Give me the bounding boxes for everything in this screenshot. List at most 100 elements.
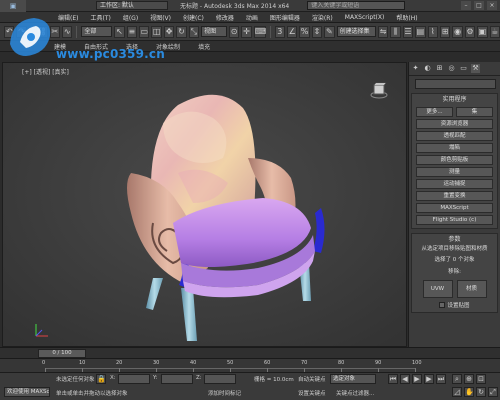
- utility-button[interactable]: 透视匹配: [416, 131, 493, 141]
- z-coordinate-field[interactable]: [204, 374, 236, 384]
- menu-item[interactable]: 编辑(E): [58, 13, 78, 22]
- render-setup-icon[interactable]: ⚙: [464, 25, 476, 38]
- menu-item[interactable]: 创建(C): [183, 13, 204, 22]
- rendered-frame-window-icon[interactable]: ▣: [477, 25, 488, 38]
- workspace-dropdown[interactable]: 工作区: 默认: [96, 1, 168, 10]
- motion-tab-icon[interactable]: ◎: [447, 64, 456, 73]
- perspective-viewport[interactable]: [2, 62, 407, 347]
- utility-button[interactable]: 塌陷: [416, 143, 493, 153]
- utilities-tab-icon[interactable]: ⚒: [471, 64, 480, 73]
- close-icon[interactable]: ×: [487, 1, 497, 10]
- curve-editor-icon[interactable]: ⌇: [427, 25, 438, 38]
- command-panel-field[interactable]: [415, 79, 496, 89]
- remove-material-button[interactable]: 材质: [456, 280, 487, 298]
- rectangular-selection-icon[interactable]: ▭: [139, 25, 150, 38]
- menu-item[interactable]: MAXScript(X): [345, 14, 385, 21]
- key-filters-button[interactable]: 关键点过滤器...: [336, 389, 374, 397]
- next-frame-icon[interactable]: ▶: [424, 374, 434, 384]
- link-icon[interactable]: ⛓: [35, 25, 48, 38]
- play-icon[interactable]: ▶: [412, 374, 422, 384]
- ribbon-tab[interactable]: 选择: [126, 42, 138, 51]
- ribbon-tab[interactable]: 建模: [54, 42, 66, 51]
- utility-button[interactable]: 运动捕捉: [416, 179, 493, 189]
- go-to-start-icon[interactable]: ⏮: [388, 374, 398, 384]
- remove-uvw-button[interactable]: UVW: [422, 280, 453, 298]
- utility-button[interactable]: 资源浏览器: [416, 119, 493, 129]
- hierarchy-tab-icon[interactable]: ⊞: [435, 64, 444, 73]
- zoom-extents-icon[interactable]: ⊡: [476, 374, 486, 384]
- go-to-end-icon[interactable]: ⏭: [436, 374, 446, 384]
- edit-named-selection-icon[interactable]: ✎: [324, 25, 335, 38]
- utilities-rollout-title[interactable]: 实用程序: [416, 95, 493, 105]
- select-scale-icon[interactable]: ⤡: [188, 25, 200, 38]
- menu-item[interactable]: 修改器: [216, 13, 234, 22]
- schematic-view-icon[interactable]: ⊞: [439, 25, 451, 38]
- unlink-icon[interactable]: ✂: [49, 25, 61, 38]
- bind-space-warp-icon[interactable]: ∿: [62, 25, 73, 38]
- select-object-icon[interactable]: ↖: [114, 25, 125, 38]
- selection-filter-dropdown[interactable]: 全部: [81, 26, 113, 37]
- menu-item[interactable]: 图形编辑器: [270, 13, 300, 22]
- utility-button[interactable]: Flight Studio (c): [416, 215, 493, 225]
- render-production-icon[interactable]: ☕: [489, 25, 500, 38]
- utility-button[interactable]: 颜色剪贴板: [416, 155, 493, 165]
- select-move-icon[interactable]: ✥: [163, 25, 175, 38]
- material-editor-icon[interactable]: ◉: [452, 25, 463, 38]
- angle-snap-icon[interactable]: ∠: [286, 25, 298, 38]
- create-tab-icon[interactable]: ✦: [411, 64, 420, 73]
- orbit-icon[interactable]: ↻: [476, 387, 486, 397]
- utility-button[interactable]: 重置变换: [416, 191, 493, 201]
- app-logo-icon[interactable]: ▣: [0, 0, 26, 12]
- sets-button[interactable]: 集: [456, 107, 493, 117]
- named-selection-dropdown[interactable]: 创建选择集: [336, 26, 376, 37]
- redo-icon[interactable]: ↷: [16, 25, 27, 38]
- previous-frame-icon[interactable]: ◀: [400, 374, 410, 384]
- lock-selection-icon[interactable]: 🔒: [96, 374, 106, 384]
- display-tab-icon[interactable]: ▭: [459, 64, 468, 73]
- set-key-button[interactable]: 设置关键点: [298, 389, 326, 397]
- maximize-icon[interactable]: □: [474, 1, 484, 10]
- percent-snap-icon[interactable]: %: [299, 25, 310, 38]
- select-manipulate-icon[interactable]: ✛: [241, 25, 252, 38]
- ribbon-tab[interactable]: 对象绘制: [156, 42, 180, 51]
- modify-tab-icon[interactable]: ◐: [423, 64, 432, 73]
- parameters-rollout-title[interactable]: 参数: [416, 235, 493, 245]
- auto-key-button[interactable]: 自动关键点: [298, 375, 326, 383]
- menu-item[interactable]: 视图(V): [150, 13, 171, 22]
- menu-item[interactable]: 组(G): [123, 13, 138, 22]
- select-rotate-icon[interactable]: ↻: [176, 25, 187, 38]
- align-icon[interactable]: ⫼: [390, 25, 401, 38]
- zoom-icon[interactable]: ⌕: [452, 374, 462, 384]
- menu-item[interactable]: 渲染(R): [312, 13, 333, 22]
- utility-button[interactable]: 测量: [416, 167, 493, 177]
- minimize-icon[interactable]: –: [461, 1, 471, 10]
- add-time-tag[interactable]: 添加时间标记: [208, 389, 241, 397]
- trackbar[interactable]: 0 10 20 30 40 50 60 70 80 90 100: [0, 358, 500, 372]
- viewcube-icon[interactable]: [370, 82, 388, 100]
- utility-button[interactable]: MAXScript: [416, 203, 493, 213]
- y-coordinate-field[interactable]: [161, 374, 193, 384]
- x-coordinate-field[interactable]: [118, 374, 150, 384]
- select-by-name-icon[interactable]: ≡: [126, 25, 138, 38]
- field-of-view-icon[interactable]: ◿: [452, 387, 462, 397]
- undo-icon[interactable]: ↶: [4, 25, 15, 38]
- time-slider[interactable]: 0 / 100: [0, 347, 500, 358]
- keyboard-shortcut-icon[interactable]: ⌨: [253, 25, 266, 38]
- graphite-tools-icon[interactable]: ▤: [415, 25, 426, 38]
- ribbon-tab[interactable]: 填充: [198, 42, 210, 51]
- pan-icon[interactable]: ✋: [464, 387, 474, 397]
- time-slider-handle[interactable]: 0 / 100: [38, 349, 86, 358]
- viewport-label[interactable]: [+] [透视] [真实]: [22, 67, 69, 76]
- ribbon-tab[interactable]: 自由形式: [84, 42, 108, 51]
- search-input[interactable]: 键入关键字或短语: [307, 1, 406, 10]
- spinner-snap-icon[interactable]: ⇕: [311, 25, 323, 38]
- reference-coordinate-dropdown[interactable]: 视图: [201, 26, 227, 37]
- more-button[interactable]: 更多...: [416, 107, 453, 117]
- mirror-icon[interactable]: ⇋: [377, 25, 389, 38]
- maxscript-listener[interactable]: 欢迎使用 MAXSc: [4, 387, 50, 397]
- window-crossing-icon[interactable]: ◫: [151, 25, 162, 38]
- menu-item[interactable]: 工具(T): [90, 13, 110, 22]
- set-map-checkbox[interactable]: [439, 302, 446, 308]
- snaps-toggle-icon[interactable]: 3: [274, 25, 285, 38]
- menu-item[interactable]: 动画: [246, 13, 258, 22]
